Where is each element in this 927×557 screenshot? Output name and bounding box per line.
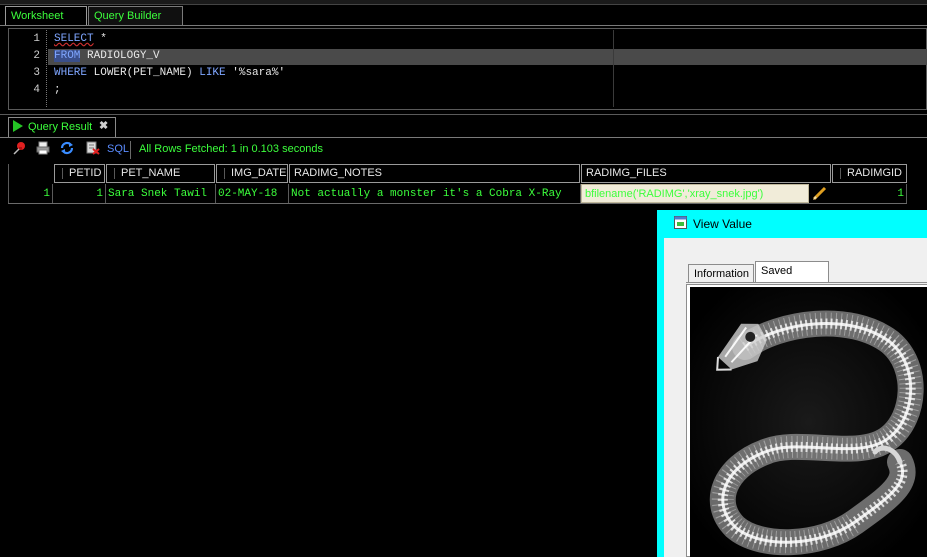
column-header-pet-name[interactable]: PET_NAME — [106, 164, 215, 183]
column-header-label: RADIMGID — [847, 167, 902, 179]
row-number[interactable]: 1 — [8, 184, 53, 204]
column-header-label: PETID — [69, 167, 102, 179]
column-header-radimgid[interactable]: RADIMGID — [832, 164, 907, 183]
column-header-radimg-files[interactable]: RADIMG_FILES — [581, 164, 831, 183]
fetch-status: All Rows Fetched: 1 in 0.103 seconds — [139, 143, 324, 155]
sort-icon[interactable] — [59, 167, 66, 179]
code-text: RADIOLOGY_V — [80, 50, 160, 62]
run-icon — [13, 120, 23, 132]
panel-divider[interactable] — [0, 114, 927, 115]
code-line-4[interactable]: ; — [54, 84, 61, 96]
toolbar-separator — [130, 141, 131, 159]
code-line-1[interactable]: SELECT * — [54, 33, 107, 45]
cell-radimgid[interactable]: 1 — [831, 184, 907, 204]
cell-img-date[interactable]: 02-MAY-18 — [216, 184, 289, 204]
gutter-separator — [46, 30, 47, 107]
delete-icon[interactable] — [86, 141, 100, 155]
cell-radimg-files[interactable]: bfilename('RADIMG','xray_snek.jpg') — [581, 184, 809, 203]
snake-xray-drawing — [690, 287, 927, 557]
sort-icon[interactable] — [837, 167, 844, 179]
pin-icon[interactable] — [13, 141, 27, 155]
query-result-label[interactable]: Query Result — [28, 121, 92, 133]
close-icon[interactable]: ✖ — [99, 119, 108, 132]
sql-keyword: FROM — [54, 50, 81, 62]
column-header-label: RADIMG_FILES — [586, 167, 667, 179]
sql-button[interactable]: SQL — [107, 143, 129, 155]
line-number-gutter: 1 2 3 4 — [8, 29, 44, 109]
current-line-highlight — [48, 49, 927, 65]
sql-keyword: WHERE — [54, 67, 88, 79]
string-literal: '%sara%' — [225, 67, 286, 79]
column-header-img-date[interactable]: IMG_DATE — [216, 164, 288, 183]
code-text: ; — [54, 84, 61, 96]
right-margin-line — [613, 30, 614, 107]
column-header-label: RADIMG_NOTES — [294, 167, 383, 179]
column-header-petid[interactable]: PETID — [54, 164, 105, 183]
line-number: 2 — [33, 50, 40, 62]
sql-keyword: SELECT — [54, 33, 94, 45]
tab-query-builder[interactable]: Query Builder — [88, 6, 183, 25]
code-line-2[interactable]: FROM RADIOLOGY_V — [54, 50, 160, 62]
code-text: * — [93, 33, 107, 45]
column-header-label: PET_NAME — [121, 167, 181, 179]
cell-pet-name[interactable]: Sara Snek Tawil — [106, 184, 216, 204]
sql-keyword: LIKE — [199, 67, 226, 79]
tab-saved-image[interactable]: Saved Image — [755, 261, 829, 295]
line-number: 4 — [33, 84, 40, 96]
code-text: LOWER(PET_NAME) — [87, 67, 200, 79]
window-icon — [674, 216, 687, 229]
tab-worksheet[interactable]: Worksheet — [5, 6, 87, 25]
column-header-label: IMG_DATE — [231, 167, 287, 179]
window-top-strip — [0, 0, 927, 5]
tab-underline — [686, 282, 927, 283]
cell-petid[interactable]: 1 — [54, 184, 106, 204]
refresh-icon[interactable] — [60, 141, 74, 155]
print-icon[interactable] — [36, 141, 50, 155]
column-header-radimg-notes[interactable]: RADIMG_NOTES — [289, 164, 580, 183]
dialog-title: View Value — [693, 217, 752, 231]
tab-information[interactable]: Information — [688, 264, 754, 283]
grid-row-border — [8, 203, 907, 204]
code-line-3[interactable]: WHERE LOWER(PET_NAME) LIKE '%sara%' — [54, 67, 285, 79]
tab-underline — [0, 137, 927, 138]
xray-image — [690, 287, 927, 557]
line-number: 1 — [33, 33, 40, 45]
sort-icon[interactable] — [221, 167, 228, 179]
cell-radimg-notes[interactable]: Not actually a monster it's a Cobra X-Ra… — [289, 184, 581, 204]
tab-underline — [0, 25, 927, 26]
sort-icon[interactable] — [111, 167, 118, 179]
line-number: 3 — [33, 67, 40, 79]
pencil-icon[interactable] — [810, 184, 830, 203]
